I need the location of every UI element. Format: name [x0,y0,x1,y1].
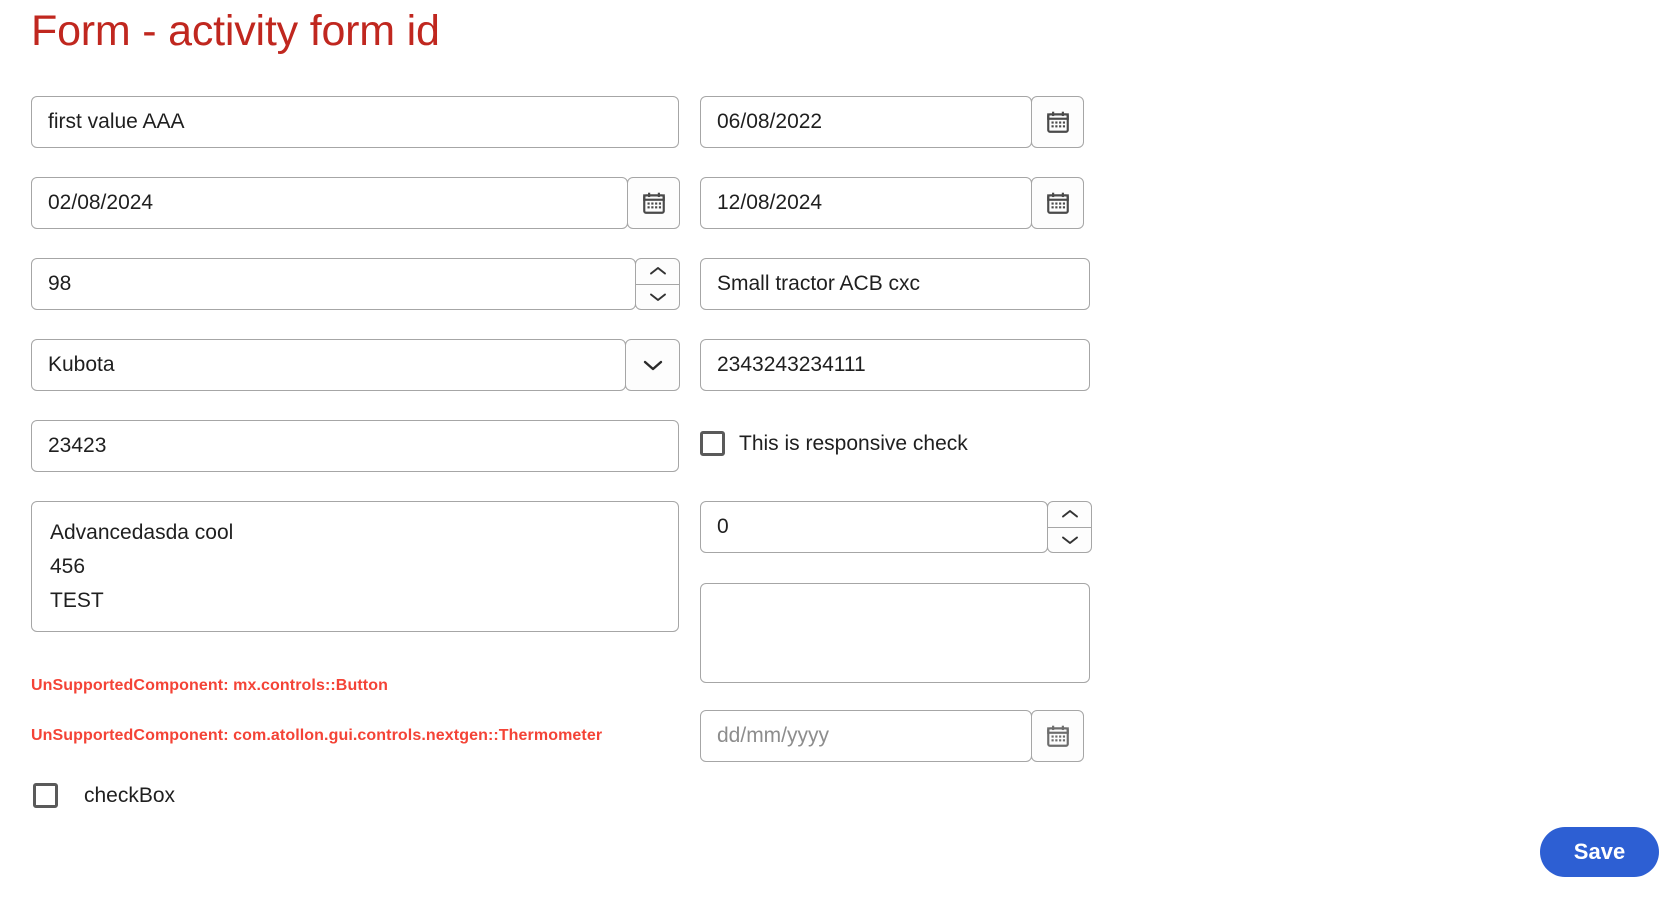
date-from-input[interactable]: 02/08/2024 [31,177,628,229]
form-row-2-right: 12/08/2024 [700,177,1084,229]
date-to-input[interactable]: 12/08/2024 [700,177,1032,229]
form-row-6: Advancedasda cool 456 TEST 0 [0,501,1680,683]
checkbox-plain-label: checkBox [84,783,176,807]
form-row-5-left: 23423 [31,420,679,472]
chevron-up-icon [1061,508,1079,520]
form-row-8-right: dd/mm/yyyy [700,710,1084,762]
date-from-group: 02/08/2024 [31,177,680,229]
form-row-4-right: 2343243234111 [700,339,1090,391]
date-created-input[interactable]: 06/08/2022 [700,96,1032,148]
number-quantity-input[interactable]: 98 [31,258,636,310]
form-row-5-right: This is responsive check [700,431,968,456]
checkbox-responsive-box[interactable] [700,431,725,456]
checkbox-responsive-label: This is responsive check [739,431,968,455]
form-row-1-left: first value AAA [31,96,679,148]
page-title: Form - activity form id [31,7,440,55]
text-code-value: 23423 [48,434,107,457]
number-counter-stepper[interactable] [1047,501,1092,553]
date-from-calendar-button[interactable] [627,177,680,229]
select-brand-value[interactable]: Kubota [31,339,626,391]
form-row-8: UnSupportedComponent: com.atollon.gui.co… [0,710,1680,777]
calendar-icon [1045,190,1071,216]
text-code-field[interactable]: 23423 [31,420,679,472]
form-row-2: 02/08/2024 12/08/2024 [0,177,1680,258]
save-button[interactable]: Save [1540,827,1659,877]
textarea-empty[interactable] [700,583,1090,683]
text-description-value: Small tractor ACB cxc [717,272,921,295]
form-row-4: Kubota 2343243234111 [0,339,1680,420]
date-empty-calendar-button[interactable] [1031,710,1084,762]
text-serial-value: 2343243234111 [717,353,866,376]
form-row-9-left: checkBox [33,783,175,808]
textarea-notes[interactable]: Advancedasda cool 456 TEST [31,501,679,632]
form-row-1-right: 06/08/2022 [700,96,1084,148]
form-page: Form - activity form id first value AAA … [0,0,1680,904]
select-brand-toggle[interactable] [625,339,680,391]
form-row-3-right: Small tractor ACB cxc [700,258,1090,310]
select-brand-group[interactable]: Kubota [31,339,680,391]
checkbox-plain-row[interactable]: checkBox [33,783,175,808]
form-row-6-left: Advancedasda cool 456 TEST [31,501,679,632]
calendar-icon [1045,723,1071,749]
chevron-down-icon [1061,534,1079,546]
checkbox-responsive-row[interactable]: This is responsive check [700,431,968,456]
date-empty-group: dd/mm/yyyy [700,710,1084,762]
chevron-up-icon [649,265,667,277]
form-row-1: first value AAA 06/08/2022 [0,96,1680,177]
checkbox-plain-box[interactable] [33,783,58,808]
form-row-6-right: 0 [700,501,1092,683]
unsupported-message-text: UnSupportedComponent: mx.controls::Butto… [31,677,388,694]
number-quantity-increment-button[interactable] [636,259,679,285]
form-row-9: checkBox [0,777,1680,837]
number-counter-increment-button[interactable] [1048,502,1091,528]
date-empty-input[interactable]: dd/mm/yyyy [700,710,1032,762]
date-created-calendar-button[interactable] [1031,96,1084,148]
text-serial-field[interactable]: 2343243234111 [700,339,1090,391]
unsupported-button-message: UnSupportedComponent: mx.controls::Butto… [31,677,388,695]
text-first-field[interactable]: first value AAA [31,96,679,148]
text-description-field[interactable]: Small tractor ACB cxc [700,258,1090,310]
date-to-group: 12/08/2024 [700,177,1084,229]
calendar-icon [1045,109,1071,135]
date-to-calendar-button[interactable] [1031,177,1084,229]
number-quantity-group: 98 [31,258,680,310]
unsupported-thermometer-message: UnSupportedComponent: com.atollon.gui.co… [31,727,602,745]
date-created-group: 06/08/2022 [700,96,1084,148]
number-quantity-stepper[interactable] [635,258,680,310]
form-row-3: 98 Small tractor ACB cxc [0,258,1680,339]
form-row-5: 23423 This is responsive check [0,420,1680,501]
form-row-2-left: 02/08/2024 [31,177,680,229]
form-grid: first value AAA 06/08/2022 02/08/2024 12… [0,96,1680,837]
unsupported-message-text: UnSupportedComponent: com.atollon.gui.co… [31,727,603,744]
number-counter-group: 0 [700,501,1092,553]
text-first-value: first value AAA [48,110,185,133]
chevron-down-icon [649,291,667,303]
number-counter-input[interactable]: 0 [700,501,1048,553]
calendar-icon [641,190,667,216]
chevron-down-icon [642,358,664,372]
form-row-4-left: Kubota [31,339,680,391]
form-row-3-left: 98 [31,258,680,310]
number-quantity-decrement-button[interactable] [636,285,679,310]
number-counter-decrement-button[interactable] [1048,528,1091,553]
